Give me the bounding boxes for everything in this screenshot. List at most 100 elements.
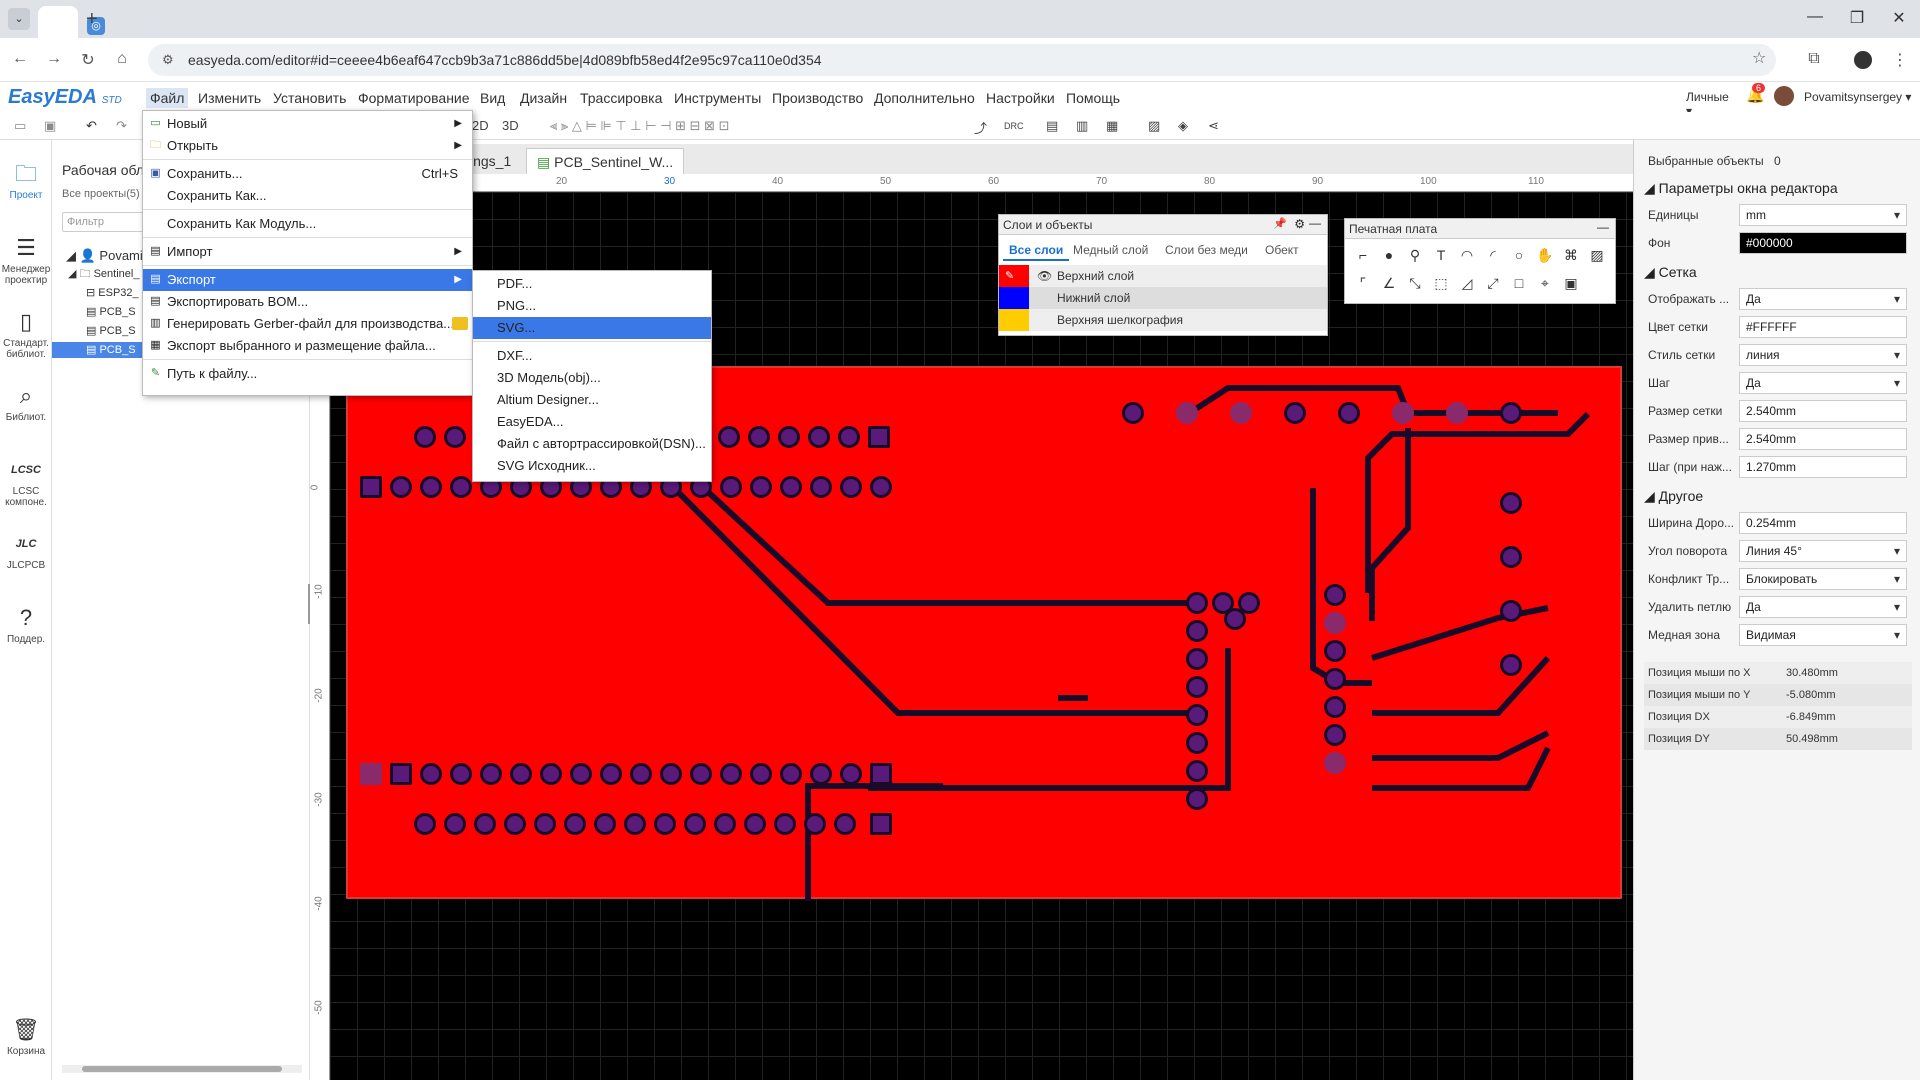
- pad[interactable]: [1500, 654, 1522, 676]
- pad[interactable]: [720, 476, 742, 498]
- menu-item-save[interactable]: ▣ Сохранить... Ctrl+S: [143, 163, 472, 185]
- minimize-icon[interactable]: —: [1309, 216, 1321, 230]
- tab-pcb-sentinel[interactable]: ▤ PCB_Sentinel_W...: [526, 148, 685, 174]
- save-icon[interactable]: ▣: [44, 118, 56, 134]
- arc-icon[interactable]: ◠: [1457, 247, 1477, 264]
- step-select[interactable]: Да: [1739, 372, 1907, 394]
- pad[interactable]: [1122, 402, 1144, 424]
- eye-icon[interactable]: 👁: [1037, 265, 1052, 287]
- pad[interactable]: [630, 763, 652, 785]
- browser-tab[interactable]: ◎: [38, 6, 105, 38]
- solid-region-icon[interactable]: ◿: [1457, 275, 1477, 292]
- browser-menu-icon[interactable]: ⋮: [1890, 50, 1910, 70]
- menu-place[interactable]: Установить: [273, 90, 346, 106]
- nav-jlcpcb[interactable]: JLC JLCPCB: [0, 532, 52, 571]
- rect-select-icon[interactable]: ⬚: [1431, 275, 1451, 292]
- extensions-icon[interactable]: ⧉: [1804, 50, 1824, 68]
- view-2d-button[interactable]: 2D: [472, 118, 489, 133]
- grid-color-input[interactable]: #FFFFFF: [1739, 316, 1907, 338]
- nav-support[interactable]: ? Поддер.: [0, 606, 52, 646]
- pad[interactable]: [1324, 584, 1346, 606]
- pad[interactable]: [414, 813, 436, 835]
- pad[interactable]: [838, 426, 860, 448]
- section-editor-params[interactable]: ◢ Параметры окна редактора: [1644, 180, 1838, 197]
- export-pdf[interactable]: PDF...: [473, 273, 711, 295]
- minimize-icon[interactable]: —: [1597, 220, 1609, 234]
- pad[interactable]: [714, 813, 736, 835]
- pad[interactable]: [1186, 760, 1208, 782]
- bom-icon[interactable]: ▤: [1046, 118, 1058, 134]
- pad[interactable]: [778, 426, 800, 448]
- layer-row-top[interactable]: ✎ 👁 Верхний слой: [999, 265, 1327, 287]
- tree-owner[interactable]: ◢ 👤 Povamits: [66, 248, 153, 264]
- forward-icon[interactable]: →: [44, 50, 64, 68]
- pad[interactable]: [868, 426, 890, 448]
- minimize-icon[interactable]: —: [1800, 8, 1830, 26]
- wand-icon[interactable]: ⤢: [1483, 275, 1503, 292]
- tab-all-layers[interactable]: Все слои: [1003, 239, 1070, 261]
- track-width-input[interactable]: 0.254mm: [1739, 512, 1907, 534]
- logo[interactable]: EasyEDA STD: [8, 86, 122, 109]
- pad[interactable]: [834, 813, 856, 835]
- pad[interactable]: [390, 476, 412, 498]
- pad[interactable]: [720, 763, 742, 785]
- image-icon[interactable]: ▨: [1587, 247, 1607, 264]
- menu-fabrication[interactable]: Производство: [772, 90, 863, 106]
- via-icon[interactable]: ⚲: [1405, 247, 1425, 264]
- pad[interactable]: [1324, 752, 1346, 774]
- menu-advanced[interactable]: Дополнительно: [874, 90, 975, 106]
- export-dxf[interactable]: DXF...: [473, 345, 711, 367]
- dimension-icon[interactable]: ⌜: [1353, 275, 1373, 292]
- rectangle-icon[interactable]: □: [1509, 275, 1529, 291]
- profile-avatar-icon[interactable]: [1854, 51, 1872, 69]
- section-other[interactable]: ◢ Другое: [1644, 488, 1703, 505]
- pad[interactable]: [1176, 402, 1198, 424]
- tab-non-copper-layers[interactable]: Слои без меди: [1159, 239, 1254, 261]
- new-doc-icon[interactable]: ▭: [14, 118, 26, 134]
- pad[interactable]: [1186, 704, 1208, 726]
- pad[interactable]: [1324, 696, 1346, 718]
- pad[interactable]: [1186, 648, 1208, 670]
- menu-settings[interactable]: Настройки: [986, 90, 1055, 106]
- remove-loop-select[interactable]: Да: [1739, 596, 1907, 618]
- pad[interactable]: [1284, 402, 1306, 424]
- pad[interactable]: [444, 426, 466, 448]
- tab-list-button[interactable]: ⌄: [8, 8, 30, 30]
- pad[interactable]: [1338, 402, 1360, 424]
- all-projects-link[interactable]: Все проекты(5): [62, 188, 140, 200]
- export-easyeda[interactable]: EasyEDA...: [473, 411, 711, 433]
- menu-design[interactable]: Дизайн: [520, 90, 567, 106]
- pin-icon[interactable]: 📌: [1273, 217, 1287, 230]
- pad[interactable]: [744, 813, 766, 835]
- export-altium[interactable]: Altium Designer...: [473, 389, 711, 411]
- pad[interactable]: [450, 476, 472, 498]
- share-icon[interactable]: ⋖: [1208, 118, 1219, 134]
- pad[interactable]: [450, 763, 472, 785]
- pick-place-icon[interactable]: ▦: [1106, 118, 1118, 134]
- pad[interactable]: [420, 763, 442, 785]
- pad[interactable]: [570, 763, 592, 785]
- canvas-origin-icon[interactable]: ⌖: [1535, 275, 1555, 292]
- tree-pcb-1[interactable]: ▤ PCB_S: [86, 304, 136, 320]
- layer-row-silk[interactable]: Верхняя шелкография: [999, 309, 1327, 331]
- pad[interactable]: [1324, 640, 1346, 662]
- scroll-thumb[interactable]: [82, 1066, 282, 1072]
- show-grid-select[interactable]: Да: [1739, 288, 1907, 310]
- username[interactable]: Povamitsynsergey ▾: [1804, 90, 1911, 104]
- arc2-icon[interactable]: ◜: [1483, 247, 1503, 264]
- menu-tools[interactable]: Инструменты: [674, 90, 761, 106]
- close-icon[interactable]: ✕: [1884, 8, 1914, 28]
- pad[interactable]: [718, 426, 740, 448]
- pad[interactable]: [1186, 732, 1208, 754]
- tree-pcb-2[interactable]: ▤ PCB_S: [86, 323, 136, 339]
- export-svg[interactable]: SVG...: [473, 317, 711, 339]
- pad[interactable]: [360, 476, 382, 498]
- view-3d-button[interactable]: 3D: [502, 118, 519, 133]
- reload-icon[interactable]: ↻: [78, 50, 98, 70]
- grid-style-select[interactable]: линия: [1739, 344, 1907, 366]
- pad[interactable]: [1230, 402, 1252, 424]
- url-input[interactable]: ⚙ easyeda.com/editor#id=ceeee4b6eaf647cc…: [148, 44, 1776, 76]
- pad[interactable]: [1324, 724, 1346, 746]
- menu-item-new[interactable]: ▭ Новый ▶: [143, 113, 472, 135]
- pad[interactable]: [1500, 546, 1522, 568]
